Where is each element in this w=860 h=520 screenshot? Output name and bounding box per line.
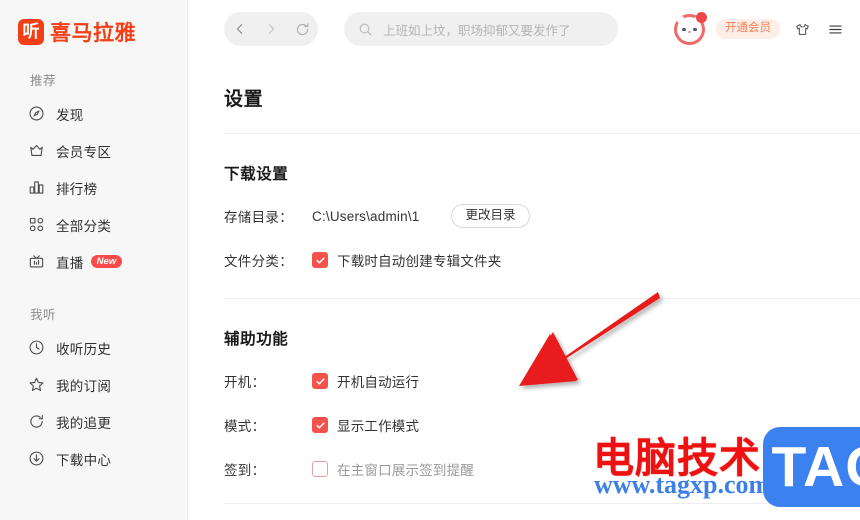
- open-vip-button[interactable]: 开通会员: [716, 18, 780, 40]
- sidebar-item-following-updates[interactable]: 我的追更: [0, 403, 187, 440]
- sidebar-item-discover[interactable]: 发现: [0, 95, 187, 132]
- sidebar-item-label: 直播: [56, 255, 84, 271]
- search-icon: [358, 22, 374, 37]
- reload-icon[interactable]: [291, 18, 313, 40]
- page-title: 设置: [224, 89, 264, 110]
- row-checkin: 签到： 在主窗口展示签到提醒: [224, 457, 860, 481]
- sidebar-item-live[interactable]: 直播 New: [0, 243, 187, 280]
- app-window: 听 喜马拉雅 推荐 发现 会员专区 排行榜 全部分类 直播 New 我听 收听历…: [0, 0, 860, 520]
- avatar-hair-bun: [696, 11, 707, 23]
- top-bar: 上班如上坟，职场抑郁又要发作了 开通会员: [188, 0, 860, 58]
- avatar-eye-right: [693, 27, 697, 31]
- section-title-accessibility: 辅助功能: [224, 331, 289, 348]
- sidebar-item-ranking[interactable]: 排行榜: [0, 169, 187, 206]
- avatar-eye-left: [682, 27, 686, 31]
- row-label: 文件分类：: [224, 254, 293, 269]
- top-bar-right-group: 开通会员: [674, 11, 846, 45]
- divider-bottom: [224, 503, 860, 504]
- checkbox-run-at-startup[interactable]: [312, 373, 328, 389]
- row-label: 模式：: [224, 419, 266, 434]
- navigation-controls: [224, 12, 318, 46]
- live-tv-icon: [28, 253, 45, 270]
- checkbox-label: 显示工作模式: [337, 419, 420, 434]
- section-title-download: 下载设置: [224, 166, 289, 183]
- sidebar-item-label: 我的订阅: [56, 378, 112, 394]
- skin-shirt-icon[interactable]: [791, 18, 813, 40]
- sidebar-item-download-center[interactable]: 下载中心: [0, 440, 187, 477]
- change-directory-button[interactable]: 更改目录: [451, 204, 530, 228]
- divider-middle: [224, 298, 860, 299]
- hamburger-menu-icon[interactable]: [824, 18, 846, 40]
- sidebar-item-label: 全部分类: [56, 218, 112, 234]
- chevron-right-icon[interactable]: [260, 18, 282, 40]
- search-input[interactable]: 上班如上坟，职场抑郁又要发作了: [344, 12, 618, 46]
- divider-top: [224, 133, 860, 134]
- download-icon: [28, 450, 45, 467]
- checkbox-label: 下载时自动创建专辑文件夹: [337, 254, 502, 269]
- sidebar-section-title-recommend: 推荐: [30, 74, 57, 88]
- sidebar-item-label: 发现: [56, 107, 84, 123]
- sidebar-item-label: 排行榜: [56, 181, 98, 197]
- search-placeholder-text: 上班如上坟，职场抑郁又要发作了: [383, 23, 571, 38]
- avatar[interactable]: [674, 11, 707, 45]
- sidebar-item-label: 我的追更: [56, 415, 112, 431]
- ranking-icon: [28, 179, 45, 196]
- sidebar-item-subscriptions[interactable]: 我的订阅: [0, 366, 187, 403]
- checkbox-show-work-mode[interactable]: [312, 417, 328, 433]
- row-startup: 开机： 开机自动运行: [224, 369, 860, 393]
- settings-content: 设置 下载设置 存储目录： C:\Users\admin\1 更改目录 文件分类…: [188, 84, 860, 504]
- checkbox-auto-create-album-folder[interactable]: [312, 252, 328, 268]
- status-badge-new: New: [90, 255, 123, 268]
- sidebar-item-label: 收听历史: [56, 341, 112, 357]
- checkbox-show-checkin-reminder[interactable]: [312, 461, 328, 477]
- clock-icon: [28, 339, 45, 356]
- star-icon: [28, 376, 45, 393]
- sidebar: 听 喜马拉雅 推荐 发现 会员专区 排行榜 全部分类 直播 New 我听 收听历…: [0, 0, 188, 520]
- logo-wordmark: 喜马拉雅: [50, 22, 136, 45]
- compass-icon: [28, 105, 45, 122]
- sidebar-item-label: 会员专区: [56, 144, 112, 160]
- row-mode: 模式： 显示工作模式: [224, 413, 860, 437]
- sidebar-item-history[interactable]: 收听历史: [0, 329, 187, 366]
- row-label: 签到：: [224, 463, 266, 478]
- storage-path-value: C:\Users\admin\1: [312, 208, 420, 224]
- row-storage-directory: 存储目录： C:\Users\admin\1 更改目录: [224, 204, 860, 228]
- checkbox-label: 在主窗口展示签到提醒: [337, 463, 474, 478]
- row-label: 开机：: [224, 375, 266, 390]
- main-panel: 上班如上坟，职场抑郁又要发作了 开通会员 设置 下载设置 存储目录： C:\Us…: [188, 0, 860, 520]
- sidebar-item-label: 下载中心: [56, 452, 112, 468]
- row-file-classification: 文件分类： 下载时自动创建专辑文件夹: [224, 248, 860, 272]
- sidebar-item-vip-zone[interactable]: 会员专区: [0, 132, 187, 169]
- checkbox-label: 开机自动运行: [337, 375, 420, 390]
- app-logo[interactable]: 听 喜马拉雅: [0, 0, 187, 46]
- avatar-nose: [688, 30, 691, 33]
- refresh-icon: [28, 413, 45, 430]
- sidebar-item-all-categories[interactable]: 全部分类: [0, 206, 187, 243]
- chevron-left-icon[interactable]: [229, 18, 251, 40]
- row-label: 存储目录：: [224, 210, 293, 225]
- grid-icon: [28, 216, 45, 233]
- sidebar-section-title-mylisten: 我听: [30, 308, 57, 322]
- logo-badge-icon: 听: [18, 19, 44, 45]
- crown-icon: [28, 142, 45, 159]
